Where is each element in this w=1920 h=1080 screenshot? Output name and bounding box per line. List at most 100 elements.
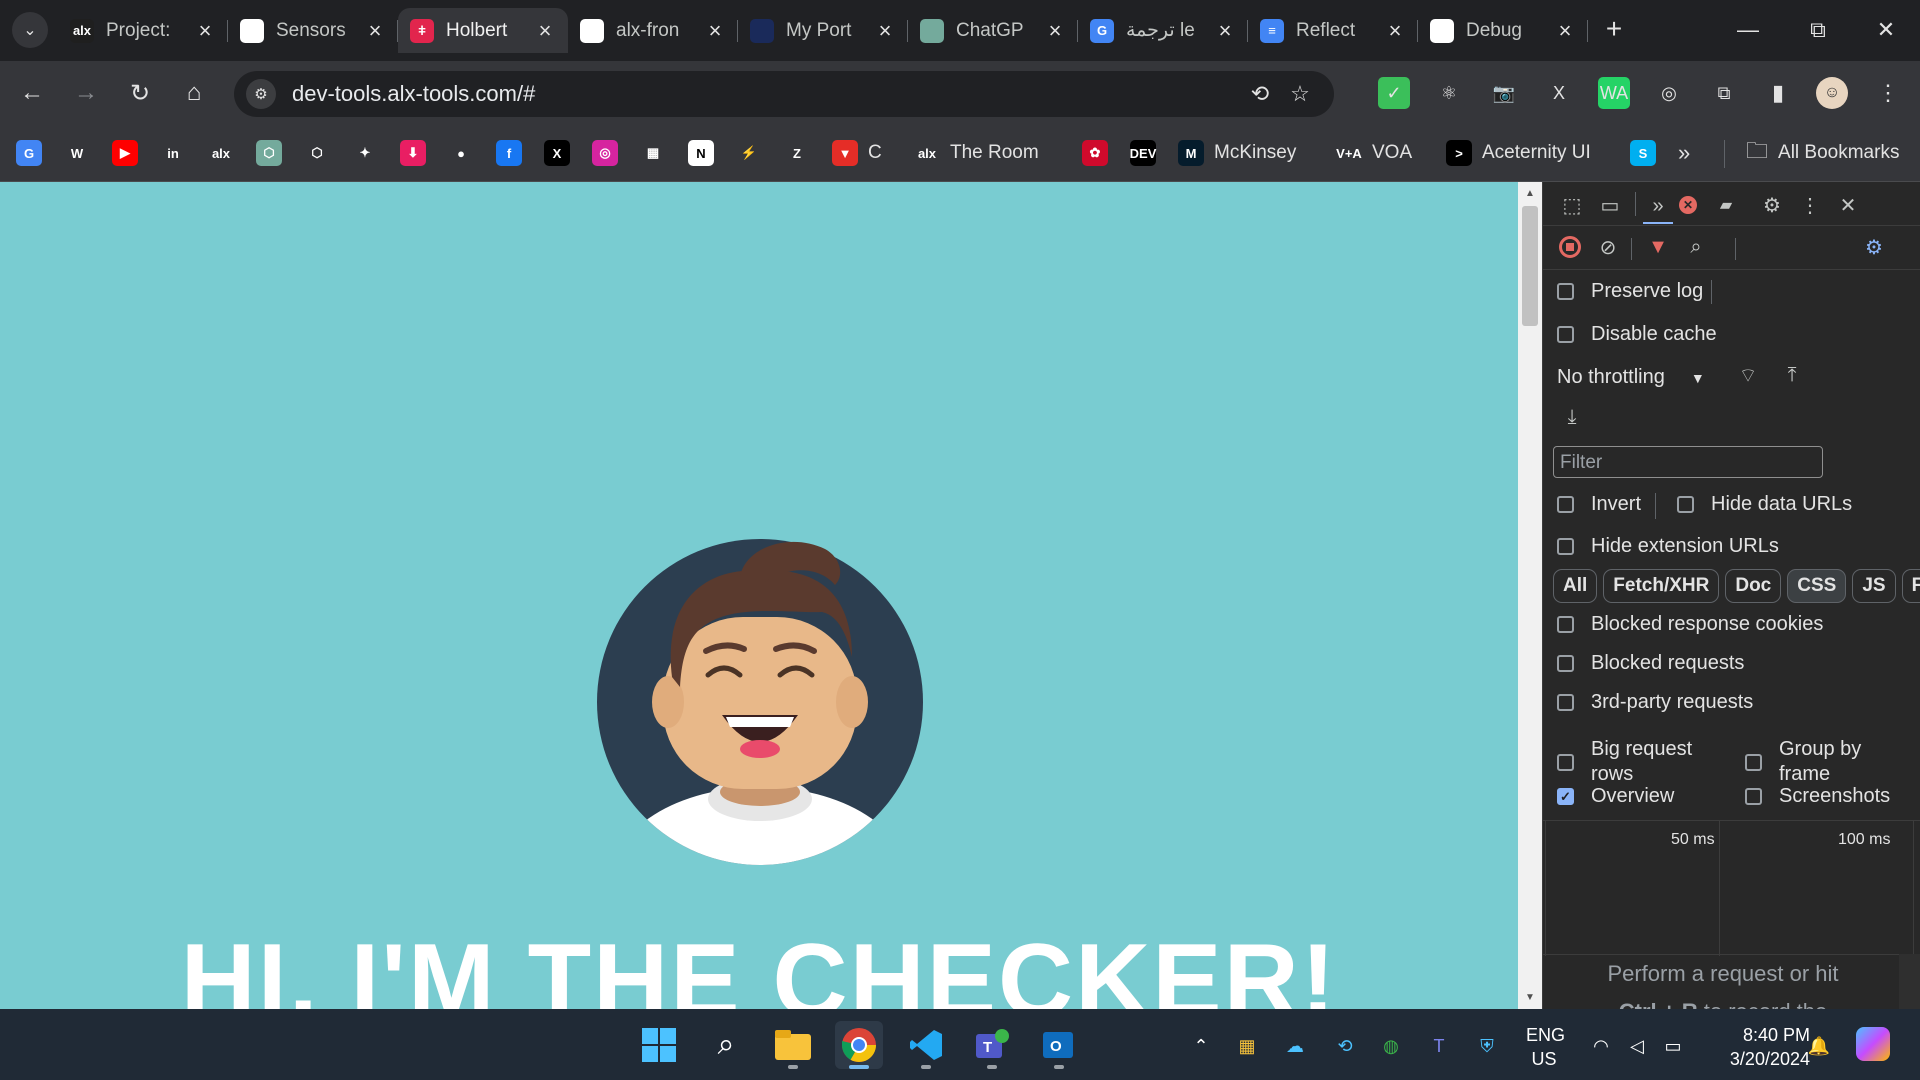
- bookmark-item[interactable]: V+A VOA: [1336, 138, 1412, 168]
- minimize-button[interactable]: —: [1720, 10, 1776, 50]
- filter-funnel-icon[interactable]: ▼: [1643, 232, 1673, 262]
- third-party-requests-checkbox[interactable]: 3rd-party requests: [1557, 691, 1753, 714]
- checkbox-box[interactable]: [1557, 616, 1574, 633]
- screenshots-checkbox[interactable]: Screenshots: [1745, 785, 1890, 808]
- adguard-icon[interactable]: ✓: [1378, 77, 1410, 109]
- throttling-select[interactable]: No throttling ▼: [1557, 366, 1705, 389]
- reload-button[interactable]: ↻: [122, 75, 158, 111]
- devtools-scrollbar[interactable]: [1899, 954, 1920, 1009]
- checkbox-box[interactable]: [1745, 753, 1762, 771]
- bookmark-item[interactable]: X: [544, 138, 570, 168]
- all-bookmarks-button[interactable]: 🗀 All Bookmarks: [1746, 138, 1899, 168]
- browser-tab[interactable]: ǂ Holbert ×: [398, 8, 568, 53]
- big-request-rows-checkbox[interactable]: Big request rows: [1557, 737, 1727, 787]
- volume-icon[interactable]: ◁: [1624, 1033, 1650, 1059]
- filter-type-all[interactable]: All: [1553, 569, 1598, 603]
- checkbox-box[interactable]: [1557, 496, 1574, 513]
- bookmark-item[interactable]: G: [16, 138, 42, 168]
- inspect-element-icon[interactable]: ⬚: [1557, 190, 1587, 220]
- scroll-down-arrow-icon[interactable]: ▼: [1518, 992, 1542, 1003]
- whatsapp-icon[interactable]: WA: [1598, 77, 1630, 109]
- forward-button[interactable]: →: [68, 75, 104, 111]
- browser-tab[interactable]: Sensors ×: [228, 8, 398, 53]
- browser-tab[interactable]: ≡ Reflect ×: [1248, 8, 1418, 53]
- site-info-icon[interactable]: ⚙: [246, 79, 276, 109]
- close-tab-icon[interactable]: ×: [534, 18, 556, 44]
- preserve-log-checkbox[interactable]: Preserve log: [1557, 280, 1703, 303]
- bookmark-item[interactable]: ▶: [112, 138, 138, 168]
- excel-icon[interactable]: X: [1543, 77, 1575, 109]
- more-tabs-icon[interactable]: »: [1643, 190, 1673, 224]
- bookmark-item[interactable]: ▼ C: [832, 138, 882, 168]
- bookmark-item[interactable]: DEV: [1130, 138, 1156, 168]
- checkbox-box[interactable]: [1557, 538, 1574, 555]
- device-toolbar-icon[interactable]: ▭: [1595, 190, 1625, 220]
- checkbox-box[interactable]: [1557, 753, 1574, 771]
- notifications-bell-icon[interactable]: 🔔: [1806, 1033, 1832, 1059]
- browser-tab[interactable]: Debug ×: [1418, 8, 1588, 53]
- translate-icon[interactable]: ⟲: [1240, 81, 1280, 107]
- incognito-icon[interactable]: ◎: [1653, 77, 1685, 109]
- bookmark-star-icon[interactable]: ☆: [1280, 81, 1320, 107]
- checkbox-box[interactable]: ✓: [1557, 788, 1574, 805]
- copilot-icon[interactable]: [1856, 1027, 1890, 1061]
- avatar[interactable]: ☺: [1816, 77, 1848, 109]
- browser-tab[interactable]: G ترجمة le ×: [1078, 8, 1248, 53]
- bookmark-item[interactable]: ⬡: [256, 138, 282, 168]
- error-icon[interactable]: ✕: [1673, 190, 1703, 220]
- start-button[interactable]: [635, 1021, 683, 1069]
- bookmark-item[interactable]: ⚡: [736, 138, 762, 168]
- scroll-up-arrow-icon[interactable]: ▲: [1518, 188, 1542, 199]
- tray-app-icon[interactable]: ▦: [1234, 1033, 1260, 1059]
- disable-cache-checkbox[interactable]: Disable cache: [1557, 323, 1717, 346]
- input-language[interactable]: ENG US: [1526, 1023, 1565, 1071]
- devtools-menu-icon[interactable]: ⋮: [1795, 190, 1825, 220]
- bookmark-item[interactable]: ⬇: [400, 138, 426, 168]
- home-button[interactable]: ⌂: [176, 75, 212, 111]
- restore-button[interactable]: ⧉: [1790, 10, 1846, 50]
- group-by-frame-checkbox[interactable]: Group by frame: [1745, 737, 1915, 787]
- checkbox-box[interactable]: [1557, 283, 1574, 300]
- bookmark-item[interactable]: > Aceternity UI: [1446, 138, 1591, 168]
- menu-kebab-icon[interactable]: ⋮: [1872, 77, 1904, 109]
- export-har-icon[interactable]: ⤓: [1557, 402, 1587, 432]
- address-bar[interactable]: ⚙ dev-tools.alx-tools.com/# ⟲ ☆: [234, 71, 1334, 117]
- extensions-puzzle-icon[interactable]: ⧉: [1708, 77, 1740, 109]
- bookmark-item[interactable]: Z: [784, 138, 810, 168]
- bookmark-item[interactable]: ◎: [592, 138, 618, 168]
- network-overview-timeline[interactable]: 50 ms 100 ms: [1543, 820, 1920, 956]
- url-text[interactable]: dev-tools.alx-tools.com/#: [292, 81, 1240, 107]
- filter-type-js[interactable]: JS: [1852, 569, 1896, 603]
- search-button[interactable]: ⌕: [702, 1021, 750, 1069]
- back-button[interactable]: ←: [14, 75, 50, 111]
- bookmark-item[interactable]: in: [160, 138, 186, 168]
- scrollbar-thumb[interactable]: [1522, 206, 1538, 326]
- record-stop-icon[interactable]: [1555, 232, 1585, 262]
- tray-teams-icon[interactable]: T: [1426, 1033, 1452, 1059]
- filter-type-doc[interactable]: Doc: [1725, 569, 1782, 603]
- close-tab-icon[interactable]: ×: [364, 18, 386, 44]
- chrome-taskbar-button[interactable]: [835, 1021, 883, 1069]
- clear-icon[interactable]: ⊘: [1593, 232, 1623, 262]
- blocked-response-cookies-checkbox[interactable]: Blocked response cookies: [1557, 613, 1823, 636]
- search-icon[interactable]: ⌕: [1681, 232, 1711, 262]
- settings-gear-icon[interactable]: ⚙: [1757, 190, 1787, 220]
- teams-button[interactable]: T: [968, 1021, 1016, 1069]
- close-tab-icon[interactable]: ×: [1554, 18, 1576, 44]
- browser-tab[interactable]: alx Project: ×: [58, 8, 228, 53]
- close-tab-icon[interactable]: ×: [874, 18, 896, 44]
- bookmark-item[interactable]: N: [688, 138, 714, 168]
- checkbox-box[interactable]: [1557, 326, 1574, 343]
- bookmark-item[interactable]: ▦: [640, 138, 666, 168]
- overview-checkbox[interactable]: ✓ Overview: [1557, 785, 1674, 808]
- filter-input[interactable]: Filter: [1553, 446, 1823, 478]
- bookmark-item[interactable]: M McKinsey: [1178, 138, 1296, 168]
- file-explorer-button[interactable]: [769, 1021, 817, 1069]
- outlook-button[interactable]: O: [1035, 1021, 1083, 1069]
- checkbox-box[interactable]: [1745, 788, 1762, 805]
- bookmark-item[interactable]: f: [496, 138, 522, 168]
- bookmark-item[interactable]: ●: [448, 138, 474, 168]
- tab-search-button[interactable]: ⌄: [12, 12, 48, 48]
- tray-sync-icon[interactable]: ⟲: [1332, 1033, 1358, 1059]
- invert-checkbox[interactable]: Invert: [1557, 493, 1641, 516]
